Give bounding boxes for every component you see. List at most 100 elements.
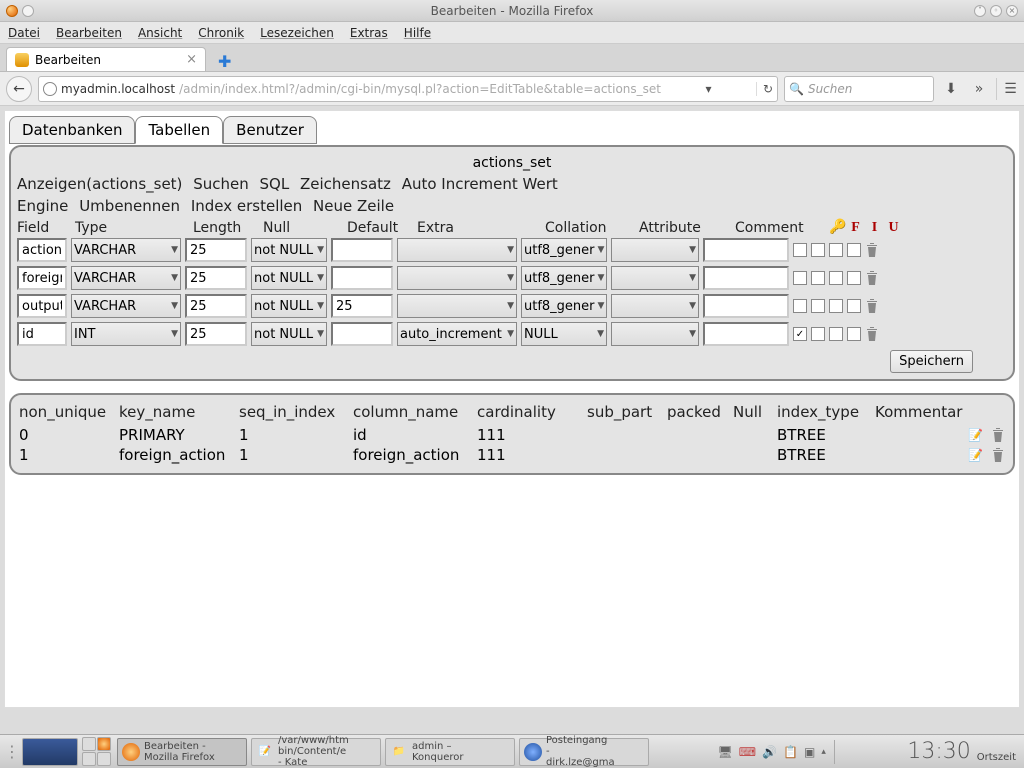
tray-icon-4[interactable]: 📋 (783, 745, 798, 759)
collation-select[interactable]: utf8_gener▼ (521, 238, 607, 262)
attribute-select[interactable]: ▼ (611, 294, 699, 318)
type-select[interactable]: INT▼ (71, 322, 181, 346)
link-sql[interactable]: SQL (260, 175, 290, 193)
save-button[interactable]: Speichern (890, 350, 973, 373)
link-umbenennen[interactable]: Umbenennen (79, 197, 180, 215)
window-close-icon[interactable]: × (1006, 5, 1018, 17)
link-engine[interactable]: Engine (17, 197, 68, 215)
delete-index-icon[interactable] (991, 427, 1005, 443)
delete-row-icon[interactable] (865, 326, 879, 342)
fulltext-checkbox[interactable] (811, 299, 825, 313)
primary-key-checkbox[interactable] (793, 271, 807, 285)
menu-ansicht[interactable]: Ansicht (138, 26, 182, 40)
tray-volume-icon[interactable]: 🔊 (762, 745, 777, 759)
link-neue-zeile[interactable]: Neue Zeile (313, 197, 394, 215)
task-thunderbird[interactable]: Posteingang - dirk.lze@gma (519, 738, 649, 766)
extra-select[interactable]: ▼ (397, 266, 517, 290)
url-bar[interactable]: myadmin.localhost/admin/index.html?/admi… (38, 76, 778, 102)
null-select[interactable]: not NULL▼ (251, 322, 327, 346)
tab-datenbanken[interactable]: Datenbanken (9, 116, 135, 144)
link-index[interactable]: Index erstellen (191, 197, 302, 215)
link-anzeigen[interactable]: Anzeigen(actions_set) (17, 175, 182, 193)
tray-icon-5[interactable]: ▣ (804, 745, 815, 759)
task-kate[interactable]: 📝 /var/www/htm bin/Content/e - Kate (251, 738, 381, 766)
default-input[interactable] (331, 238, 393, 262)
taskbar-clock[interactable]: 13:30 Ortszeit (907, 741, 1020, 763)
comment-input[interactable] (703, 238, 789, 262)
null-select[interactable]: not NULL▼ (251, 294, 327, 318)
browser-tab[interactable]: Bearbeiten × (6, 47, 206, 71)
length-input[interactable] (185, 322, 247, 346)
default-input[interactable] (331, 322, 393, 346)
field-name-input[interactable] (17, 322, 67, 346)
unique-checkbox[interactable] (847, 327, 861, 341)
window-minimize-icon[interactable]: ˅ (974, 5, 986, 17)
tray-keyboard-icon[interactable]: ⌨ (739, 745, 756, 759)
menu-extras[interactable]: Extras (350, 26, 388, 40)
tab-benutzer[interactable]: Benutzer (223, 116, 317, 144)
length-input[interactable] (185, 266, 247, 290)
menu-lesezeichen[interactable]: Lesezeichen (260, 26, 334, 40)
delete-row-icon[interactable] (865, 270, 879, 286)
delete-row-icon[interactable] (865, 242, 879, 258)
unique-checkbox[interactable] (847, 299, 861, 313)
collation-select[interactable]: utf8_gener▼ (521, 266, 607, 290)
link-autoincrement[interactable]: Auto Increment Wert (402, 175, 558, 193)
tab-close-icon[interactable]: × (186, 52, 197, 67)
field-name-input[interactable] (17, 266, 67, 290)
primary-key-checkbox[interactable]: ✓ (793, 327, 807, 341)
collation-select[interactable]: NULL▼ (521, 322, 607, 346)
extra-select[interactable]: ▼ (397, 238, 517, 262)
desktop-pager[interactable] (22, 738, 78, 766)
overflow-icon[interactable]: » (968, 78, 990, 100)
ql-icon-4[interactable] (97, 752, 111, 766)
menu-datei[interactable]: Datei (8, 26, 40, 40)
comment-input[interactable] (703, 266, 789, 290)
default-input[interactable] (331, 294, 393, 318)
index-checkbox[interactable] (829, 271, 843, 285)
tray-expand-icon[interactable]: ▴ (821, 747, 826, 757)
delete-index-icon[interactable] (991, 447, 1005, 463)
task-konqueror[interactable]: 📁 admin – Konqueror (385, 738, 515, 766)
window-maximize-icon[interactable]: ◦ (990, 5, 1002, 17)
new-tab-button[interactable]: ✚ (212, 52, 237, 71)
comment-input[interactable] (703, 322, 789, 346)
taskbar-grip-icon[interactable]: ⋮ (4, 742, 18, 761)
tab-tabellen[interactable]: Tabellen (135, 116, 223, 144)
field-name-input[interactable] (17, 238, 67, 262)
delete-row-icon[interactable] (865, 298, 879, 314)
fulltext-checkbox[interactable] (811, 271, 825, 285)
type-select[interactable]: VARCHAR▼ (71, 238, 181, 262)
task-firefox[interactable]: Bearbeiten - Mozilla Firefox (117, 738, 247, 766)
menu-hilfe[interactable]: Hilfe (404, 26, 431, 40)
search-box[interactable]: 🔍 Suchen (784, 76, 934, 102)
fulltext-checkbox[interactable] (811, 327, 825, 341)
length-input[interactable] (185, 294, 247, 318)
attribute-select[interactable]: ▼ (611, 266, 699, 290)
attribute-select[interactable]: ▼ (611, 322, 699, 346)
menu-icon[interactable]: ☰ (996, 78, 1018, 100)
primary-key-checkbox[interactable] (793, 299, 807, 313)
type-select[interactable]: VARCHAR▼ (71, 294, 181, 318)
menu-bearbeiten[interactable]: Bearbeiten (56, 26, 122, 40)
fulltext-checkbox[interactable] (811, 243, 825, 257)
extra-select[interactable]: ▼ (397, 294, 517, 318)
downloads-icon[interactable]: ⬇ (940, 78, 962, 100)
tray-icon-1[interactable]: 🖥 (718, 745, 733, 759)
length-input[interactable] (185, 238, 247, 262)
unique-checkbox[interactable] (847, 271, 861, 285)
default-input[interactable] (331, 266, 393, 290)
link-zeichensatz[interactable]: Zeichensatz (300, 175, 391, 193)
ql-icon-3[interactable] (82, 752, 96, 766)
index-checkbox[interactable] (829, 327, 843, 341)
reload-icon[interactable]: ↻ (756, 82, 773, 96)
attribute-select[interactable]: ▼ (611, 238, 699, 262)
unique-checkbox[interactable] (847, 243, 861, 257)
menu-chronik[interactable]: Chronik (198, 26, 244, 40)
comment-input[interactable] (703, 294, 789, 318)
back-button[interactable]: ← (6, 76, 32, 102)
primary-key-checkbox[interactable] (793, 243, 807, 257)
link-suchen[interactable]: Suchen (193, 175, 249, 193)
ql-firefox-icon[interactable] (97, 737, 111, 751)
edit-index-icon[interactable]: 📝 (968, 448, 983, 462)
